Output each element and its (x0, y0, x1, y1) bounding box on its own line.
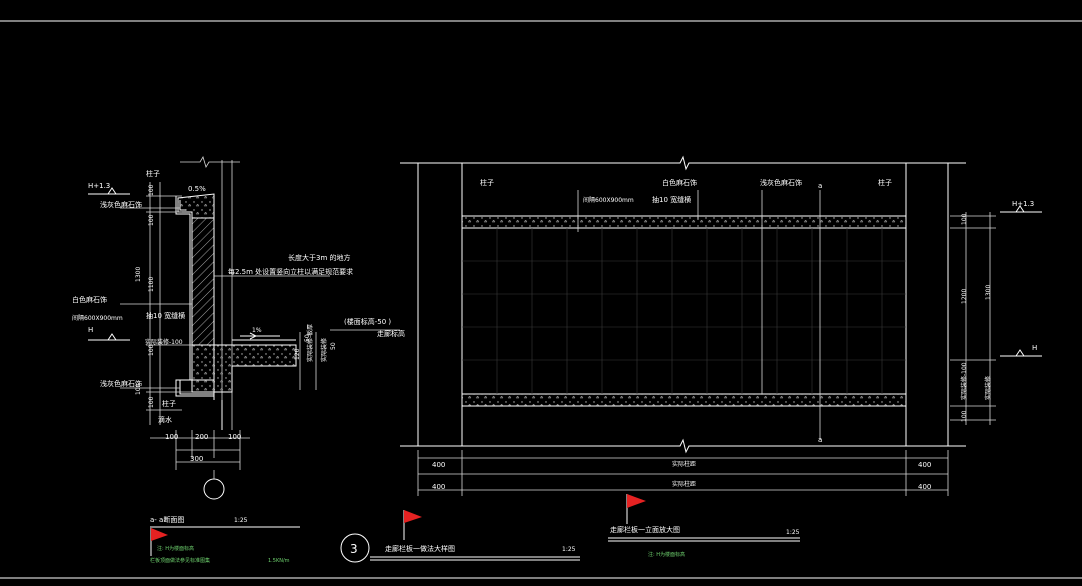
elev-spacing-label: 间隔600X900mm (583, 196, 634, 204)
elev-stone-white-label: 白色麻石饰 (662, 178, 697, 187)
flag-icon (626, 494, 646, 524)
elevation-bottom-band (461, 393, 907, 407)
section-stone-white-label: 白色麻石饰 (72, 295, 107, 304)
elevation-main-panel (461, 227, 907, 395)
dim-100-b: 100 (148, 214, 155, 226)
elev-dim-actual-2: 实际柱距 (672, 480, 696, 488)
section-spacing-label: 间隔600X900mm (72, 314, 123, 322)
elev-dim-400-r2: 400 (918, 483, 931, 491)
axis-bubble (203, 478, 225, 500)
dim-200: 200 (195, 433, 208, 441)
section-title: a- a断面图 (150, 515, 184, 524)
section-column-bottom-label: 柱子 (162, 399, 176, 408)
elev-dim-400-r1: 400 (918, 461, 931, 469)
elev-dim-actual-1: 实际柱距 (672, 460, 696, 468)
elev-scale: 1:25 (786, 529, 800, 536)
elev-dim-400-l2: 400 (432, 483, 445, 491)
section-elev-top-label: H+1.3 (88, 182, 110, 190)
elev-right-label: 实际装修 (984, 376, 992, 400)
section-floor-elev-label: (楼面标高-50 ) (344, 317, 391, 326)
section-joint-label: 抽10 宽缝横 (146, 311, 185, 320)
dim-100-d: 100 (148, 396, 155, 408)
elev-column-left-label: 柱子 (480, 178, 494, 187)
dim-100-c: 100 (148, 344, 155, 356)
elev-dim-1200: 1200 (961, 289, 968, 304)
elevation-drawing (400, 155, 1042, 496)
section-load: 1.5KN/m (268, 558, 290, 564)
detail-title: 走廊栏板一做法大样图 (385, 544, 455, 553)
dim-50-b: 50 (330, 342, 337, 350)
elev-note: 注: H为楼面标高 (648, 551, 685, 558)
section-walkway-label: 走廊标高 (377, 329, 405, 338)
elev-dim-100-bottom: 100 (961, 410, 968, 422)
elev-stone-grey-label: 浅灰色麻石饰 (760, 178, 802, 187)
detail-number: 3 (350, 542, 358, 556)
section-stone-top-label: 浅灰色麻石饰 (100, 200, 142, 209)
flag-icon (403, 510, 422, 540)
elev-column-right-label: 柱子 (878, 178, 892, 187)
elevation-top-band (461, 215, 907, 229)
elev-dim-100-top: 100 (961, 213, 968, 225)
elev-dim-400-l1: 400 (432, 461, 445, 469)
elev-dim-1300: 1300 (985, 285, 992, 300)
section-elev-h-label: H (88, 326, 93, 334)
section-note1: 注: H为楼面标高 (157, 545, 194, 552)
dim-100-a: 100 (148, 184, 155, 196)
section-note2: 栏板顶面做法参见标准图集 (150, 557, 210, 564)
dim-100-l: 100 (165, 433, 178, 441)
section-note-line2: 每2.5m 处设置竖向立柱以满足规范要求 (228, 267, 353, 276)
elev-dim-100-mid: 实际装修-100 (960, 362, 968, 400)
dim-120: 120 (294, 348, 301, 360)
elev-joint-label: 抽10 宽缝横 (652, 195, 691, 204)
elev-marker-a-top: a (818, 182, 822, 190)
section-floor-slope-label: 1% (252, 327, 262, 334)
cad-drawing-canvas: 柱子 0.5% H+1.3 浅灰色麻石饰 白色麻石饰 间隔600X900mm 抽… (0, 20, 1082, 579)
dim-100-r: 100 (228, 433, 241, 441)
section-column-top-label: 柱子 (146, 169, 160, 178)
elev-top-label: H+1.3 (1012, 200, 1034, 208)
detail-scale: 1:25 (562, 546, 576, 553)
elev-marker-a-bottom: a (818, 436, 822, 444)
section-slab-label-2: 实际装修 (320, 338, 328, 362)
elev-h-label: H (1032, 344, 1037, 352)
floor-slab (191, 344, 297, 393)
section-note-line1: 长度大于3m 的地方 (288, 253, 351, 262)
dim-50-a: 50 (304, 334, 311, 342)
section-scale: 1:25 (234, 517, 248, 524)
dim-100-e: 100 (135, 383, 142, 395)
section-drip-label: 滴水 (158, 415, 172, 424)
dim-300: 300 (190, 455, 203, 463)
dim-1100: 1100 (148, 277, 155, 292)
parapet-wall-hatch (191, 217, 215, 346)
elev-title: 走廊栏板一立面放大图 (610, 525, 680, 534)
dim-1300: 1300 (135, 267, 142, 282)
section-slope-top-label: 0.5% (188, 185, 206, 193)
